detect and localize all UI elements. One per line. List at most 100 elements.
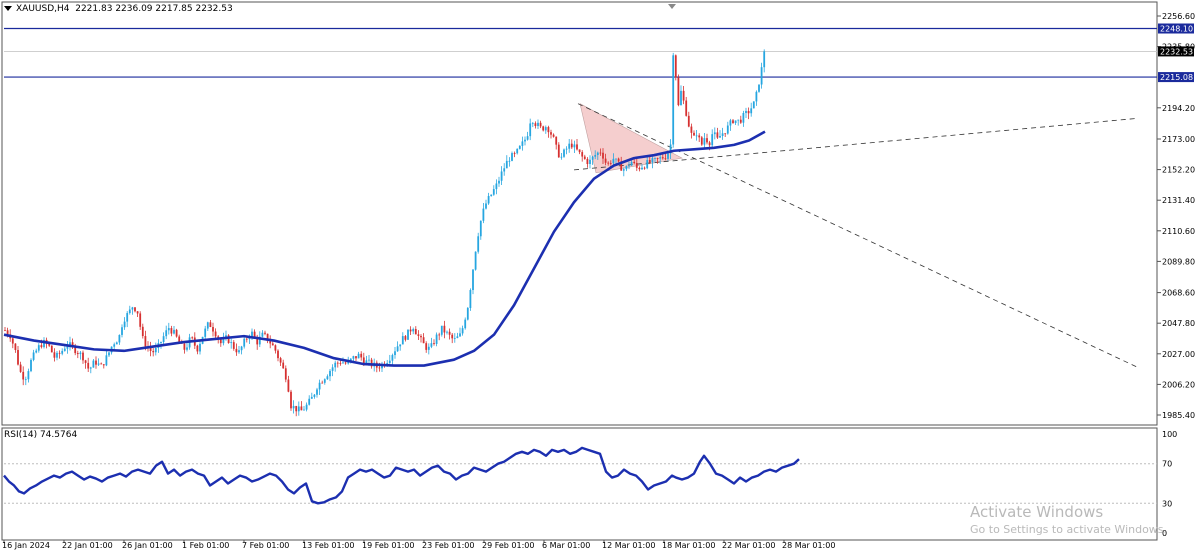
price-level-labels: 2248.10 2232.53 2215.08	[1158, 23, 1194, 83]
price-tick-label: 2110.60	[1162, 227, 1195, 236]
candle-body	[102, 364, 105, 366]
candle-body	[508, 160, 511, 162]
candle-body	[378, 367, 381, 369]
candle-body	[100, 363, 103, 365]
candle-body	[503, 168, 506, 172]
price-tick-label: 2194.20	[1162, 104, 1195, 113]
rsi-tick-label: 100	[1162, 430, 1177, 439]
candle-body	[84, 360, 87, 363]
chart-canvas[interactable]: 2256.602235.802194.202173.002152.202131.…	[0, 0, 1200, 554]
candle-body	[568, 143, 571, 149]
candle-body	[521, 141, 524, 146]
candle-body	[6, 330, 9, 335]
time-axis[interactable]: 16 Jan 2024 22 Jan 01:00 26 Jan 01:00 1 Feb…	[2, 540, 835, 550]
candle-body	[492, 189, 495, 195]
candle-body	[253, 331, 256, 338]
candle-body	[513, 153, 516, 154]
trendline[interactable]	[577, 103, 1138, 368]
candle-body	[661, 157, 664, 159]
candle-body	[425, 343, 428, 350]
candle-body	[417, 334, 420, 336]
candle-body	[682, 90, 685, 101]
rsi-tick-label: 70	[1162, 460, 1172, 469]
candle-body	[336, 362, 339, 364]
candle-body	[17, 349, 19, 365]
candle-body	[183, 343, 186, 350]
candle-body	[664, 158, 667, 160]
candle-body	[604, 158, 607, 163]
candle-body	[92, 360, 95, 368]
candle-body	[472, 269, 474, 291]
candle-body	[607, 162, 610, 164]
candle-body	[573, 144, 576, 148]
price-tick-label: 2256.60	[1162, 12, 1195, 21]
rsi-header: RSI(14) 74.5764	[4, 430, 78, 440]
candle-body	[175, 329, 178, 337]
candle-body	[583, 156, 586, 159]
candle-body	[487, 196, 490, 204]
candle-body	[76, 353, 79, 355]
candle-body	[305, 404, 308, 410]
candle-body	[451, 334, 454, 339]
candle-body	[344, 362, 347, 364]
candle-body	[557, 144, 560, 158]
candle-body	[131, 307, 134, 310]
candle-body	[713, 132, 716, 135]
triangle-down-icon[interactable]	[4, 6, 12, 11]
candle-body	[586, 158, 589, 165]
candle-body	[700, 137, 703, 145]
candle-body	[204, 328, 207, 337]
candle-body	[672, 55, 675, 145]
candle-body	[654, 158, 656, 159]
candle-body	[199, 343, 201, 352]
candle-body	[734, 120, 737, 124]
chart-shift-marker[interactable]	[668, 4, 676, 9]
candle-body	[300, 406, 303, 411]
candlesticks	[4, 49, 766, 417]
chart-window[interactable]: 2256.602235.802194.202173.002152.202131.…	[0, 0, 1200, 554]
candle-body	[115, 342, 118, 345]
candle-body	[277, 350, 279, 359]
candle-body	[154, 347, 157, 353]
candle-body	[531, 123, 534, 125]
candle-body	[716, 132, 719, 138]
candle-body	[581, 152, 584, 157]
candle-body	[552, 134, 555, 137]
candle-body	[53, 352, 56, 358]
price-tick-label: 2047.80	[1162, 319, 1195, 328]
candle-body	[615, 158, 617, 160]
candle-body	[648, 160, 651, 163]
candle-body	[191, 337, 194, 339]
candle-body	[427, 346, 430, 350]
candle-body	[388, 360, 391, 363]
candle-body	[134, 307, 136, 312]
candle-body	[240, 346, 243, 351]
candle-body	[313, 394, 316, 397]
candle-body	[430, 343, 433, 347]
candle-body	[297, 406, 300, 412]
candle-body	[245, 338, 248, 340]
candle-body	[482, 208, 485, 221]
time-tick-label: 29 Feb 01:00	[482, 541, 534, 550]
trendline[interactable]	[573, 117, 1138, 171]
candle-body	[357, 353, 360, 359]
candle-body	[58, 352, 61, 354]
trendlines[interactable]	[573, 103, 1138, 368]
candle-body	[635, 163, 638, 168]
candle-body	[141, 326, 144, 337]
horizontal-levels[interactable]	[4, 27, 1157, 78]
candle-body	[529, 123, 532, 137]
candle-body	[56, 352, 58, 358]
candle-body	[82, 352, 84, 361]
price-tick-label: 2152.20	[1162, 166, 1195, 175]
candle-body	[206, 322, 209, 329]
candle-body	[209, 322, 212, 327]
candle-body	[622, 169, 625, 171]
candle-body	[687, 115, 690, 127]
candle-body	[443, 325, 446, 333]
candle-body	[534, 123, 537, 127]
candle-body	[97, 363, 100, 365]
candle-body	[230, 342, 233, 344]
time-tick-label: 22 Jan 01:00	[62, 541, 113, 550]
time-tick-label: 13 Feb 01:00	[302, 541, 354, 550]
